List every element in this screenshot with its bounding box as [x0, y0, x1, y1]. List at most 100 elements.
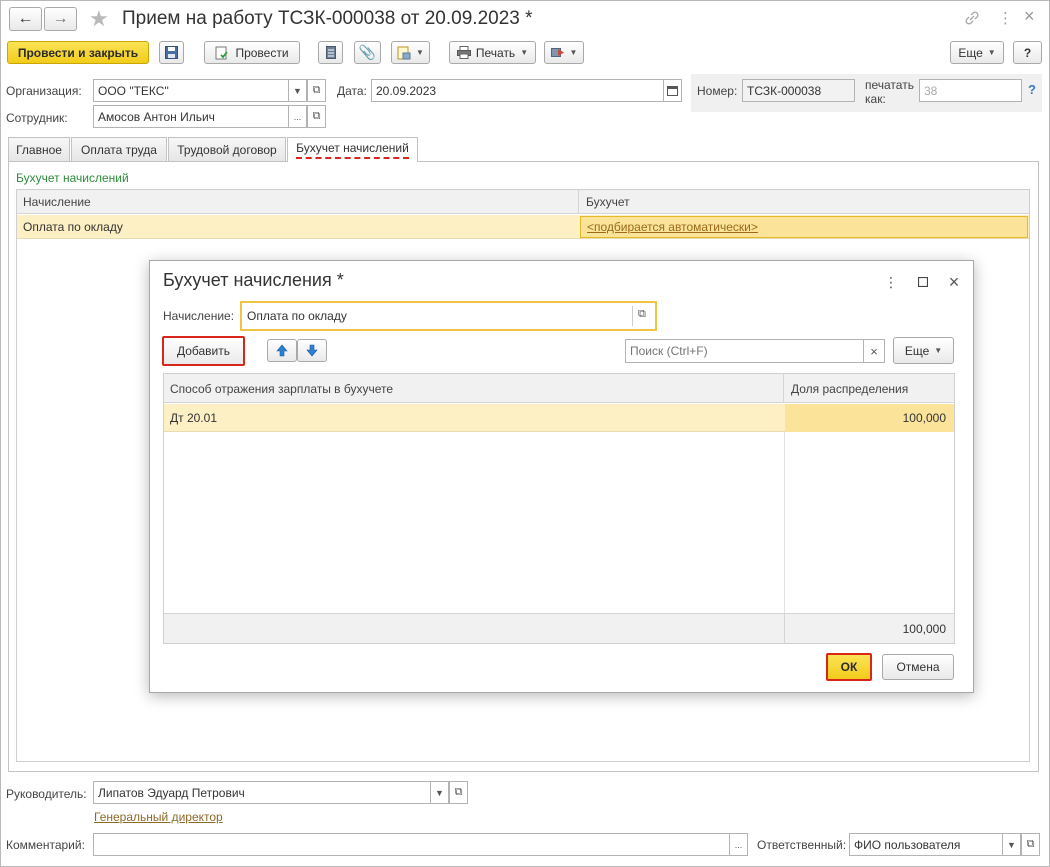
employee-open-button[interactable]: ⧉ [307, 105, 326, 128]
comment-field[interactable] [93, 833, 730, 856]
org-dropdown-button[interactable]: ▼ [288, 79, 307, 102]
tab-accrual-accounting-label: Бухучет начислений [296, 141, 409, 159]
list-icon [325, 46, 336, 59]
list-button[interactable] [318, 41, 343, 64]
employee-field[interactable]: Амосов Антон Ильич [93, 105, 289, 128]
more-actions-icon[interactable]: ⋮ [998, 9, 1013, 27]
open-window-icon[interactable]: ⧉ [638, 308, 646, 321]
row-share-cell[interactable]: 100,000 [785, 404, 954, 432]
column-accrual[interactable]: Начисление [17, 190, 579, 214]
column-accounting[interactable]: Бухучет [580, 190, 1029, 214]
post-button[interactable]: Провести [204, 41, 300, 64]
table-row[interactable]: Дт 20.01 100,000 [164, 404, 954, 432]
post-and-close-button[interactable]: Провести и закрыть [7, 41, 149, 64]
dialog-accrual-label: Начисление: [163, 309, 235, 323]
help-button[interactable]: ? [1013, 41, 1042, 64]
dialog-accrual-field[interactable]: Оплата по окладу ⧉ [240, 301, 657, 331]
add-button-label: Добавить [176, 344, 231, 358]
link-icon[interactable] [963, 9, 981, 27]
manager-open-button[interactable]: ⧉ [449, 781, 468, 804]
attach-button[interactable]: 📎 [354, 41, 381, 64]
dialog-accrual-value: Оплата по окладу [247, 309, 347, 323]
responsible-open-button[interactable]: ⧉ [1021, 833, 1040, 856]
distribution-table-header: Способ отражения зарплаты в бухучете Дол… [164, 374, 954, 403]
print-as-label-line1: печатать [865, 78, 914, 92]
arrow-left-icon: ← [17, 10, 34, 27]
date-field[interactable]: 20.09.2023 [371, 79, 664, 102]
total-share-cell: 100,000 [902, 622, 946, 636]
more-button-label: Еще [958, 45, 983, 60]
tab-main[interactable]: Главное [8, 137, 70, 161]
more-actions-icon[interactable]: ⋮ [883, 274, 899, 290]
cancel-button[interactable]: Отмена [882, 654, 954, 680]
arrow-down-icon [306, 344, 318, 357]
print-as-field[interactable]: 38 [919, 79, 1022, 102]
move-down-button[interactable] [297, 339, 327, 362]
number-field[interactable]: ТСЗК-000038 [742, 79, 855, 102]
row-accounting-cell[interactable]: <подбирается автоматически> [580, 216, 1028, 238]
comment-label: Комментарий: [6, 838, 85, 852]
ok-button[interactable]: ОК [826, 653, 872, 681]
back-button[interactable]: ← [9, 7, 42, 31]
tab-salary[interactable]: Оплата труда [71, 137, 167, 161]
forward-button[interactable]: → [44, 7, 77, 31]
dialog-more-button[interactable]: Еще ▼ [893, 337, 954, 364]
date-label: Дата: [337, 84, 367, 98]
column-divider [784, 432, 785, 613]
add-button[interactable]: Добавить [162, 336, 245, 366]
dialog-title: Бухучет начисления * [163, 270, 344, 290]
save-button[interactable] [159, 41, 184, 64]
responsible-label: Ответственный: [757, 838, 847, 852]
post-button-label: Провести [235, 45, 289, 60]
search-input[interactable] [625, 339, 864, 363]
tab-labor-contract[interactable]: Трудовой договор [168, 137, 286, 161]
maximize-icon[interactable] [915, 274, 931, 290]
field-divider [632, 306, 633, 326]
send-icon [550, 48, 564, 57]
favorite-star-icon[interactable]: ★ [89, 6, 109, 32]
org-field[interactable]: ООО "ТЕКС" [93, 79, 289, 102]
more-button[interactable]: Еще ▼ [950, 41, 1004, 64]
open-window-icon: ⧉ [312, 110, 321, 122]
manager-position-link[interactable]: Генеральный директор [94, 810, 223, 824]
chevron-down-icon: ▼ [987, 48, 996, 57]
employee-select-button[interactable]: ... [288, 105, 307, 128]
open-window-icon: ⧉ [1026, 838, 1035, 850]
row-accrual-cell: Оплата по окладу [23, 220, 123, 234]
calendar-icon [667, 86, 678, 96]
accrual-accounting-dialog: Бухучет начисления * ⋮ × Начисление: Опл… [149, 260, 974, 693]
manager-field[interactable]: Липатов Эдуард Петрович [93, 781, 431, 804]
responsible-field[interactable]: ФИО пользователя [849, 833, 1003, 856]
org-open-button[interactable]: ⧉ [307, 79, 326, 102]
close-icon[interactable]: × [1024, 6, 1035, 27]
accruals-table-header: Начисление Бухучет [17, 190, 1029, 214]
chevron-down-icon: ▼ [1007, 839, 1016, 850]
print-button[interactable]: Печать ▼ [449, 41, 536, 64]
print-as-help-icon[interactable]: ? [1028, 82, 1036, 97]
dialog-more-label: Еще [904, 343, 930, 358]
employee-label: Сотрудник: [6, 111, 68, 125]
row-method-cell: Дт 20.01 [170, 411, 217, 425]
column-method[interactable]: Способ отражения зарплаты в бухучете [164, 374, 784, 403]
manager-dropdown-button[interactable]: ▼ [430, 781, 449, 804]
tab-accrual-accounting[interactable]: Бухучет начислений [287, 137, 418, 162]
auto-select-link[interactable]: <подбирается автоматически> [587, 220, 758, 234]
create-based-on-button[interactable]: ▼ [391, 41, 430, 64]
responsible-dropdown-button[interactable]: ▼ [1002, 833, 1021, 856]
open-window-icon: ⧉ [454, 786, 463, 798]
ellipsis-icon: ... [734, 839, 743, 850]
calendar-button[interactable] [663, 79, 682, 102]
send-button[interactable]: ▼ [544, 41, 584, 64]
comment-edit-button[interactable]: ... [729, 833, 748, 856]
chevron-down-icon: ▼ [520, 48, 529, 57]
column-share[interactable]: Доля распределения [785, 374, 954, 403]
table-row[interactable]: Оплата по окладу <подбирается автоматиче… [17, 215, 1029, 239]
clear-search-button[interactable]: × [863, 339, 885, 363]
close-icon[interactable]: × [946, 272, 962, 292]
paperclip-icon: 📎 [358, 44, 377, 60]
move-up-button[interactable] [267, 339, 297, 362]
arrow-right-icon: → [52, 10, 69, 27]
distribution-table: Способ отражения зарплаты в бухучете Дол… [163, 373, 955, 644]
arrow-up-icon [276, 344, 288, 357]
number-label: Номер: [697, 84, 738, 98]
